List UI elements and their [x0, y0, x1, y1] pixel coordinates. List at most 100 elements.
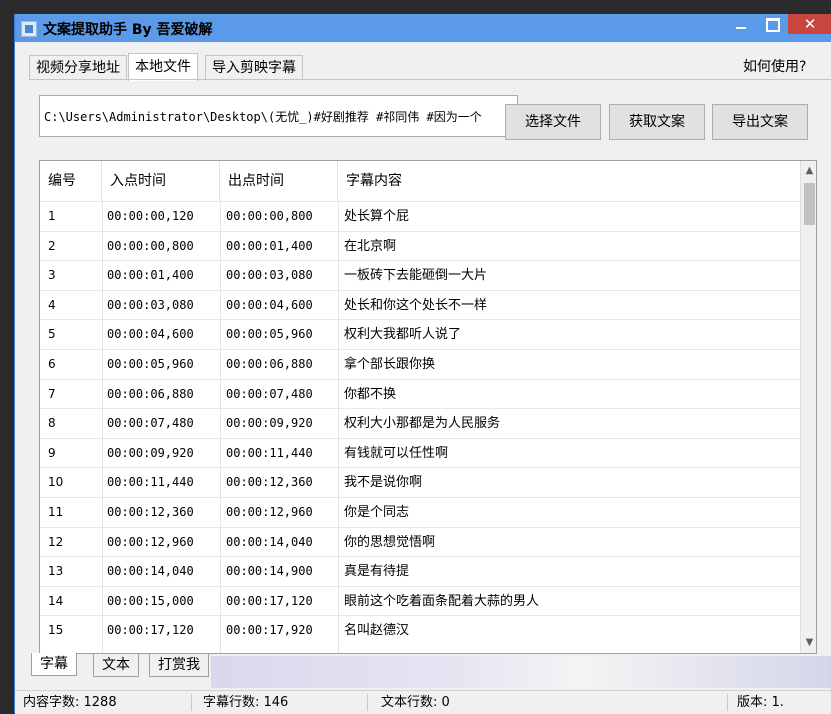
row-subtitle-text: 权利大小那都是为人民服务	[344, 416, 501, 432]
row-subtitle-text: 处长和你这个处长不一样	[344, 297, 488, 313]
row-number: 3	[48, 268, 56, 283]
row-start-time: 00:00:07,480	[107, 416, 194, 431]
table-row[interactable]: 13 00:00:14,040 00:00:14,900 真是有待提	[40, 556, 800, 586]
down-arrow-icon[interactable]: ▼	[801, 633, 816, 653]
up-arrow-icon[interactable]: ▲	[801, 161, 816, 181]
row-start-time: 00:00:03,080	[107, 297, 194, 312]
row-number: 12	[48, 534, 64, 549]
get-text-button[interactable]: 获取文案	[609, 104, 705, 140]
row-start-time: 00:00:14,040	[107, 564, 194, 579]
row-subtitle-text: 有钱就可以任性啊	[344, 445, 449, 461]
table-row[interactable]: 1 00:00:00,120 00:00:00,800 处长算个屁	[40, 201, 800, 231]
table-row[interactable]: 15 00:00:17,120 00:00:17,920 名叫赵德汉	[40, 615, 800, 645]
content-char-count: 内容字数: 1288	[23, 695, 117, 710]
row-start-time: 00:00:01,400	[107, 268, 194, 283]
title-bar: 文案提取助手 By 吾爱破解 ✕	[15, 14, 831, 42]
column-header-end-time[interactable]: 出点时间	[220, 161, 338, 201]
row-number: 7	[48, 386, 56, 401]
table-row[interactable]: 12 00:00:12,960 00:00:14,040 你的思想觉悟啊	[40, 526, 800, 557]
row-number: 6	[48, 356, 56, 371]
table-row[interactable]: 11 00:00:12,360 00:00:12,960 你是个同志	[40, 496, 800, 527]
row-end-time: 00:00:07,480	[226, 386, 313, 401]
file-path-field[interactable]: C:\Users\Administrator\Desktop\(无忧_)#好剧推…	[39, 95, 518, 137]
tab-divider	[29, 79, 831, 80]
row-subtitle-text: 你是个同志	[344, 504, 410, 520]
row-end-time: 00:00:12,960	[226, 504, 313, 519]
column-header-subtitle-content[interactable]: 字幕内容	[338, 161, 800, 201]
row-subtitle-text: 眼前这个吃着面条配着大蒜的男人	[344, 593, 540, 609]
row-start-time: 00:00:00,800	[107, 238, 194, 253]
row-subtitle-text: 在北京啊	[344, 238, 397, 254]
text-line-count: 文本行数: 0	[381, 695, 450, 710]
row-start-time: 00:00:05,960	[107, 356, 194, 371]
window-title: 文案提取助手 By 吾爱破解	[43, 22, 213, 38]
row-start-time: 00:00:11,440	[107, 475, 194, 490]
table-row[interactable]: 3 00:00:01,400 00:00:03,080 一板砖下去能砸倒一大片	[40, 260, 800, 290]
subtitle-table: 编号 入点时间 出点时间 字幕内容 1 00:00:00,120 00:00:0…	[39, 160, 817, 654]
row-end-time: 00:00:04,600	[226, 297, 313, 312]
row-subtitle-text: 处长算个屁	[344, 209, 410, 224]
minimize-button[interactable]	[726, 14, 756, 34]
row-end-time: 00:00:01,400	[226, 238, 313, 253]
help-link[interactable]: 如何使用?	[743, 56, 806, 76]
table-row[interactable]: 9 00:00:09,920 00:00:11,440 有钱就可以任性啊	[40, 437, 800, 468]
table-row[interactable]: 7 00:00:06,880 00:00:07,480 你都不换	[40, 378, 800, 409]
select-file-button[interactable]: 选择文件	[505, 104, 601, 140]
tab-import-jianying-subtitles[interactable]: 导入剪映字幕	[205, 55, 303, 80]
vertical-scrollbar[interactable]: ▲ ▼	[800, 161, 816, 653]
row-number: 5	[48, 327, 56, 342]
row-number: 10	[48, 475, 64, 490]
bottom-tab-donate[interactable]: 打赏我	[149, 653, 209, 677]
row-end-time: 00:00:17,920	[226, 623, 313, 638]
table-row[interactable]: 10 00:00:11,440 00:00:12,360 我不是说你啊	[40, 467, 800, 497]
subtitle-line-count: 字幕行数: 146	[203, 695, 289, 710]
bottom-tab-subtitles[interactable]: 字幕	[31, 653, 77, 676]
row-end-time: 00:00:09,920	[226, 416, 313, 431]
app-icon	[21, 21, 37, 37]
row-start-time: 00:00:12,960	[107, 534, 194, 549]
row-end-time: 00:00:03,080	[226, 268, 313, 283]
bottom-tab-text[interactable]: 文本	[93, 653, 139, 677]
row-start-time: 00:00:09,920	[107, 445, 194, 460]
row-start-time: 00:00:12,360	[107, 504, 194, 519]
row-end-time: 00:00:05,960	[226, 327, 313, 342]
close-button[interactable]: ✕	[788, 14, 831, 34]
status-divider	[727, 694, 728, 711]
minimize-icon	[736, 27, 746, 29]
scrollbar-thumb[interactable]	[804, 183, 815, 225]
row-subtitle-text: 权利大我都听人说了	[344, 327, 462, 343]
row-number: 8	[48, 416, 56, 431]
row-end-time: 00:00:14,900	[226, 564, 313, 579]
row-number: 9	[48, 445, 56, 460]
row-start-time: 00:00:00,120	[107, 209, 194, 223]
row-end-time: 00:00:17,120	[226, 593, 313, 608]
column-header-start-time[interactable]: 入点时间	[102, 161, 220, 201]
table-row[interactable]: 2 00:00:00,800 00:00:01,400 在北京啊	[40, 230, 800, 261]
status-divider	[191, 694, 192, 711]
table-row[interactable]: 14 00:00:15,000 00:00:17,120 眼前这个吃着面条配着大…	[40, 585, 800, 616]
export-text-button[interactable]: 导出文案	[712, 104, 808, 140]
blurred-region	[211, 656, 831, 688]
table-row[interactable]: 8 00:00:07,480 00:00:09,920 权利大小那都是为人民服务	[40, 408, 800, 438]
maximize-button[interactable]	[757, 14, 787, 34]
row-subtitle-text: 名叫赵德汉	[344, 623, 410, 639]
row-number: 13	[48, 564, 64, 579]
status-divider	[367, 694, 368, 711]
app-window: 文案提取助手 By 吾爱破解 ✕ 视频分享地址 本地文件 导入剪映字幕 如何使用…	[14, 14, 831, 714]
tab-local-file[interactable]: 本地文件	[128, 53, 198, 81]
table-body: 1 00:00:00,120 00:00:00,800 处长算个屁 2 00:0…	[40, 201, 800, 645]
row-number: 4	[48, 297, 56, 312]
row-end-time: 00:00:14,040	[226, 534, 313, 549]
maximize-icon	[766, 18, 780, 32]
column-header-no[interactable]: 编号	[40, 161, 102, 201]
row-number: 11	[48, 504, 64, 519]
table-row[interactable]: 4 00:00:03,080 00:00:04,600 处长和你这个处长不一样	[40, 289, 800, 320]
table-row[interactable]: 5 00:00:04,600 00:00:05,960 权利大我都听人说了	[40, 319, 800, 349]
row-number: 14	[48, 593, 64, 608]
table-header: 编号 入点时间 出点时间 字幕内容	[40, 161, 800, 201]
tab-video-share-url[interactable]: 视频分享地址	[29, 55, 127, 80]
row-subtitle-text: 真是有待提	[344, 564, 410, 580]
table-row[interactable]: 6 00:00:05,960 00:00:06,880 拿个部长跟你换	[40, 348, 800, 379]
version-label: 版本: 1.	[737, 695, 784, 710]
row-subtitle-text: 拿个部长跟你换	[344, 356, 436, 372]
